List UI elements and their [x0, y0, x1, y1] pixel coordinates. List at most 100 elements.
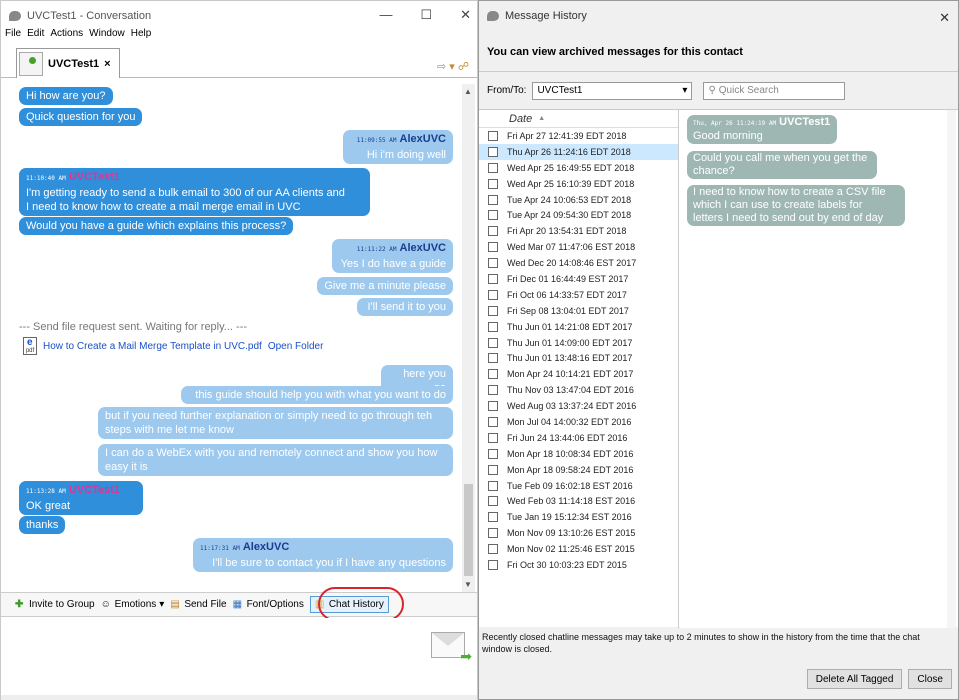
invite-to-group-button[interactable]: ✚ Invite to Group	[15, 599, 95, 610]
quick-search-input[interactable]: ⚲ Quick Search	[703, 81, 846, 100]
date-row[interactable]: Fri Oct 30 10:03:23 EDT 2015	[479, 557, 678, 573]
tag-checkbox[interactable]	[488, 162, 498, 173]
tag-checkbox[interactable]	[488, 512, 498, 523]
date-label: Thu Apr 26 11:24:16 EDT 2018	[507, 146, 631, 157]
date-row[interactable]: Mon Apr 24 10:14:21 EDT 2017	[479, 366, 678, 382]
sort-asc-icon: ▲	[538, 115, 546, 122]
tag-checkbox[interactable]	[488, 305, 498, 316]
send-message-icon[interactable]	[431, 632, 472, 665]
tag-checkbox[interactable]	[488, 385, 498, 396]
date-row[interactable]: Fri Apr 27 12:41:39 EDT 2018	[479, 128, 678, 144]
tag-checkbox[interactable]	[488, 544, 498, 555]
scroll-down-icon[interactable]: ▼	[464, 580, 472, 589]
date-row[interactable]: Tue Apr 24 09:54:30 EDT 2018	[479, 207, 678, 223]
message-text: Would you have a guide which explains th…	[26, 220, 287, 232]
tag-checkbox[interactable]	[488, 210, 498, 221]
emotions-button[interactable]: ☺ Emotions ▾	[101, 599, 165, 610]
preview-scrollbar[interactable]	[947, 110, 956, 628]
menu-help[interactable]: Help	[131, 28, 152, 42]
contact-select[interactable]: UVCTest1 ▾	[532, 81, 693, 100]
tag-checkbox[interactable]	[488, 369, 498, 380]
date-row[interactable]: Thu Jun 01 14:21:08 EDT 2017	[479, 319, 678, 335]
date-row[interactable]: Wed Apr 25 16:49:55 EDT 2018	[479, 160, 678, 176]
date-row[interactable]: Thu Jun 01 14:09:00 EDT 2017	[479, 335, 678, 351]
font-options-button[interactable]: ▦ Font/Options	[233, 599, 304, 610]
search-placeholder: Quick Search	[718, 85, 779, 96]
date-row[interactable]: Thu Apr 26 11:24:16 EDT 2018	[479, 143, 678, 160]
date-row[interactable]: Fri Sep 08 13:04:01 EDT 2017	[479, 303, 678, 319]
tag-checkbox[interactable]	[488, 194, 498, 205]
tag-checkbox[interactable]	[488, 321, 498, 332]
scroll-up-icon[interactable]: ▲	[464, 87, 472, 96]
file-name-link[interactable]: How to Create a Mail Merge Template in U…	[43, 341, 262, 352]
tab-uvctest1[interactable]: UVCTest1 ×	[16, 48, 120, 78]
date-row[interactable]: Mon Jul 04 14:00:32 EDT 2016	[479, 414, 678, 430]
date-column-label: Date	[509, 112, 533, 125]
delete-all-tagged-button[interactable]: Delete All Tagged	[806, 669, 903, 689]
tab-close-icon[interactable]: ×	[104, 58, 110, 70]
menu-actions[interactable]: Actions	[50, 28, 83, 42]
close-icon[interactable]: ✕	[939, 10, 950, 26]
date-row[interactable]: Fri Jun 24 13:44:06 EDT 2016	[479, 430, 678, 446]
date-row[interactable]: Fri Oct 06 14:33:57 EDT 2017	[479, 287, 678, 303]
date-row[interactable]: Mon Nov 02 11:25:46 EST 2015	[479, 541, 678, 557]
maximize-icon[interactable]: ☐	[420, 7, 432, 23]
tag-checkbox[interactable]	[488, 496, 498, 507]
chat-transcript: Hi how are you? Quick question for you 1…	[1, 84, 477, 592]
open-folder-link[interactable]: Open Folder	[268, 341, 324, 352]
tag-checkbox[interactable]	[488, 130, 498, 141]
date-row[interactable]: Mon Nov 09 13:10:26 EST 2015	[479, 525, 678, 541]
date-label: Wed Apr 25 16:10:39 EDT 2018	[507, 178, 635, 189]
send-file-button[interactable]: ▤ Send File	[170, 599, 226, 610]
date-row[interactable]: Thu Jun 01 13:48:16 EDT 2017	[479, 350, 678, 366]
menu-window[interactable]: Window	[89, 28, 125, 42]
tag-checkbox[interactable]	[488, 337, 498, 348]
scroll-thumb[interactable]	[464, 484, 473, 576]
tag-checkbox[interactable]	[488, 242, 498, 253]
date-row[interactable]: Mon Apr 18 09:58:24 EDT 2016	[479, 462, 678, 478]
date-row[interactable]: Fri Apr 20 13:54:31 EDT 2018	[479, 223, 678, 239]
tag-checkbox[interactable]	[488, 226, 498, 237]
tag-checkbox[interactable]	[488, 401, 498, 412]
menu-edit[interactable]: Edit	[27, 28, 44, 42]
date-label: Tue Jan 19 15:12:34 EST 2016	[507, 512, 632, 523]
date-label: Fri Apr 20 13:54:31 EDT 2018	[507, 226, 627, 237]
close-icon[interactable]: ✕	[460, 7, 471, 23]
date-column-header[interactable]: Date ▲	[479, 110, 678, 128]
date-row[interactable]: Tue Jan 19 15:12:34 EST 2016	[479, 509, 678, 525]
tag-checkbox[interactable]	[488, 289, 498, 300]
message-bubble: but if you need further explanation or s…	[98, 407, 453, 439]
tag-checkbox[interactable]	[488, 432, 498, 443]
tag-checkbox[interactable]	[488, 353, 498, 364]
transcript-scrollbar[interactable]: ▲ ▼	[462, 84, 475, 592]
date-row[interactable]: Wed Dec 20 14:08:46 EST 2017	[479, 255, 678, 271]
tag-checkbox[interactable]	[488, 178, 498, 189]
date-row[interactable]: Tue Feb 09 16:02:18 EST 2016	[479, 478, 678, 494]
date-label: Fri Oct 06 14:33:57 EDT 2017	[507, 289, 627, 300]
tag-checkbox[interactable]	[488, 448, 498, 459]
message-text: Yes I do have a guide	[340, 258, 446, 270]
date-row[interactable]: Fri Dec 01 16:44:49 EST 2017	[479, 271, 678, 287]
tag-checkbox[interactable]	[488, 416, 498, 427]
tag-checkbox[interactable]	[488, 146, 498, 157]
font-options-label: Font/Options	[246, 599, 304, 610]
tag-checkbox[interactable]	[488, 528, 498, 539]
close-button[interactable]: Close	[908, 669, 952, 689]
message-input[interactable]	[1, 618, 477, 696]
menu-file[interactable]: File	[5, 28, 21, 42]
tab-tools-icon[interactable]: ⇨ ▾ ☍	[437, 60, 469, 73]
tag-checkbox[interactable]	[488, 559, 498, 570]
tag-checkbox[interactable]	[488, 480, 498, 491]
date-row[interactable]: Wed Mar 07 11:47:06 EST 2018	[479, 239, 678, 255]
date-row[interactable]: Mon Apr 18 10:08:34 EDT 2016	[479, 446, 678, 462]
preview-sender: UVCTest1	[779, 116, 831, 128]
tag-checkbox[interactable]	[488, 258, 498, 269]
date-row[interactable]: Wed Apr 25 16:10:39 EDT 2018	[479, 176, 678, 192]
date-row[interactable]: Tue Apr 24 10:06:53 EDT 2018	[479, 192, 678, 208]
date-row[interactable]: Thu Nov 03 13:47:04 EDT 2016	[479, 382, 678, 398]
tag-checkbox[interactable]	[488, 273, 498, 284]
minimize-icon[interactable]: —	[379, 7, 392, 23]
date-row[interactable]: Wed Feb 03 11:14:18 EST 2016	[479, 493, 678, 509]
date-row[interactable]: Wed Aug 03 13:37:24 EDT 2016	[479, 398, 678, 414]
tag-checkbox[interactable]	[488, 464, 498, 475]
